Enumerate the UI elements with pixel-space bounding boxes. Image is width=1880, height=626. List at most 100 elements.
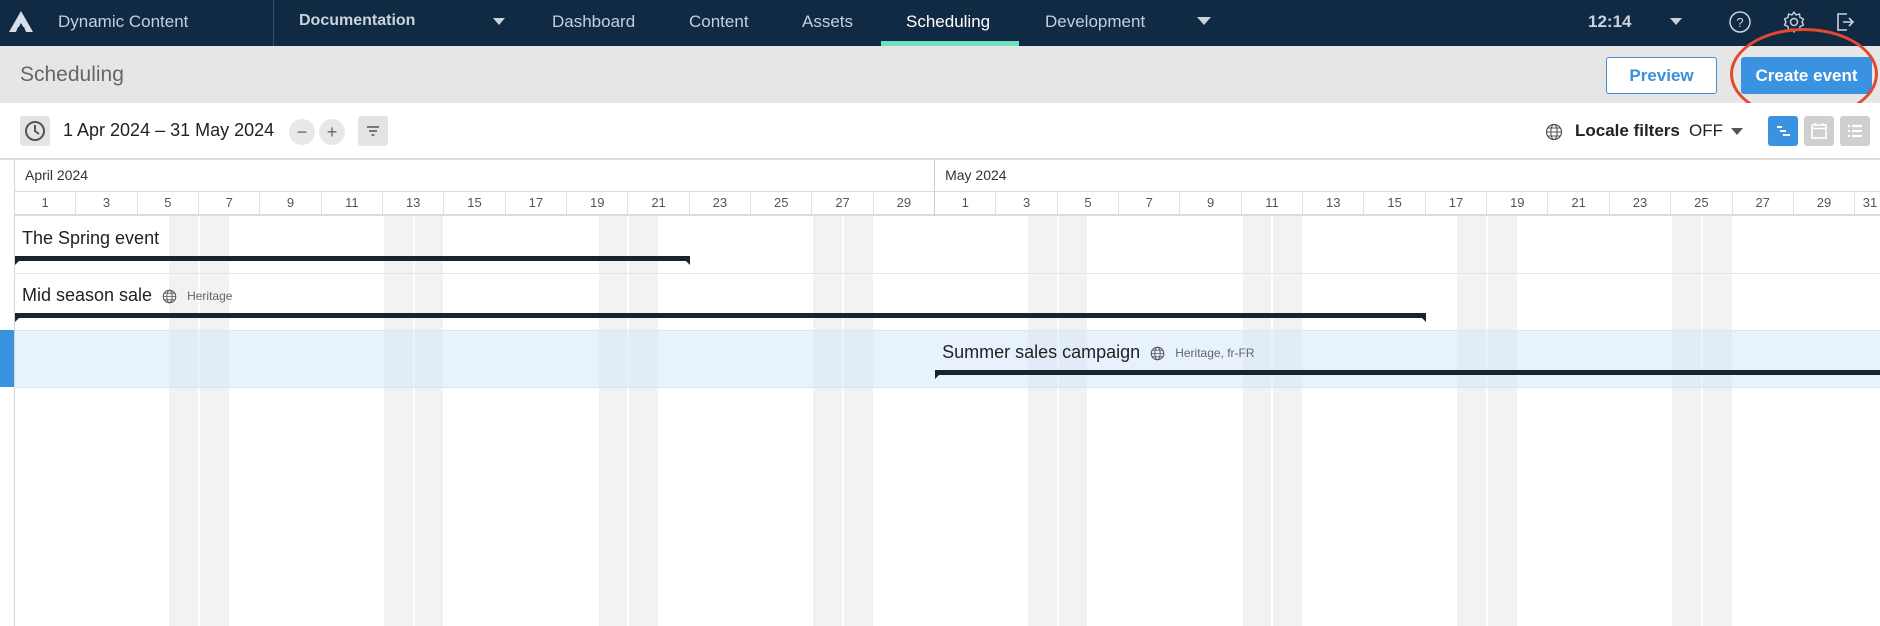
month-header-row: April 2024 May 2024 — [15, 160, 1880, 192]
weekend-column — [1488, 216, 1517, 626]
settings-icon[interactable] — [1782, 10, 1806, 34]
page-title: Scheduling — [20, 63, 124, 86]
preview-button[interactable]: Preview — [1606, 57, 1717, 94]
bar-start-cap — [15, 317, 20, 322]
top-nav-bar: Dynamic Content Documentation Dashboard … — [0, 0, 1880, 46]
day-tick-label: 11 — [322, 192, 384, 214]
page-header: Scheduling Preview Create event — [0, 46, 1880, 103]
app-logo-icon — [9, 11, 33, 32]
nav-tab-assets[interactable]: Assets — [802, 12, 853, 32]
clock-icon — [25, 121, 45, 141]
nav-divider — [273, 0, 274, 46]
day-tick-label: 9 — [260, 192, 322, 214]
timeline-view-button[interactable] — [1768, 116, 1798, 146]
date-range-button[interactable] — [20, 116, 50, 146]
event-duration-bar[interactable] — [935, 370, 1880, 379]
day-tick-label: 23 — [1610, 192, 1672, 214]
day-tick-label: 19 — [567, 192, 629, 214]
event-duration-bar[interactable] — [15, 313, 1426, 322]
filter-icon — [367, 126, 379, 136]
locale-filters-label: Locale filters — [1575, 121, 1680, 140]
schedule-toolbar: 1 Apr 2024 – 31 May 2024 − + Locale filt… — [0, 103, 1880, 160]
nav-tab-content[interactable]: Content — [689, 12, 749, 32]
nav-tab-dashboard[interactable]: Dashboard — [552, 12, 635, 32]
day-tick-label: 31 — [1855, 192, 1880, 214]
day-tick-label: 13 — [1303, 192, 1365, 214]
row-divider — [15, 273, 1880, 274]
day-tick-label: 25 — [1671, 192, 1733, 214]
day-tick-label: 15 — [444, 192, 506, 214]
calendar-view-icon — [1811, 123, 1827, 139]
weekend-column — [1242, 216, 1272, 626]
nav-tab-scheduling[interactable]: Scheduling — [906, 12, 990, 32]
event-duration-bar[interactable] — [15, 256, 690, 265]
bar-start-cap — [935, 374, 941, 379]
day-tick-label: 25 — [751, 192, 813, 214]
hub-dropdown-caret-icon[interactable] — [493, 18, 505, 25]
weekend-column — [629, 216, 659, 626]
day-tick-label: 17 — [506, 192, 568, 214]
more-nav-caret-icon[interactable] — [1197, 17, 1211, 25]
svg-text:?: ? — [1736, 15, 1743, 30]
weekend-column — [844, 216, 873, 626]
day-tick-label: 3 — [996, 192, 1058, 214]
weekend-column — [1457, 216, 1487, 626]
day-tick-label: 21 — [1549, 192, 1610, 214]
weekend-column — [1058, 216, 1088, 626]
month-label: May 2024 — [945, 167, 1007, 183]
timeline-view-icon — [1777, 126, 1790, 136]
bar-end-cap — [1420, 317, 1426, 322]
help-icon[interactable]: ? — [1728, 10, 1752, 34]
day-tick-label: 11 — [1242, 192, 1304, 214]
day-header-row: 1 3 5 7 9 11 13 15 17 19 21 23 25 27 29 1 3 5 7 9 11 13 15 17 19… — [15, 192, 1880, 216]
weekend-column — [598, 216, 628, 626]
zoom-in-button[interactable]: + — [319, 119, 345, 145]
calendar-view-button[interactable] — [1804, 116, 1834, 146]
locale-filters-caret-icon[interactable] — [1731, 128, 1743, 135]
event-locales: Heritage, fr-FR — [1175, 346, 1255, 360]
weekend-column — [1028, 216, 1057, 626]
month-separator — [934, 160, 936, 216]
weekend-column — [1273, 216, 1303, 626]
globe-icon — [1545, 123, 1563, 141]
bar-start-cap — [15, 260, 20, 265]
locale-filters-dropdown[interactable]: OFF — [1689, 121, 1723, 141]
event-title[interactable]: Summer sales campaign — [942, 342, 1140, 363]
day-tick-label: 7 — [199, 192, 261, 214]
time-dropdown-caret-icon[interactable] — [1670, 18, 1682, 25]
timeline-left-gutter — [14, 160, 15, 626]
schedule-timeline: April 2024 May 2024 1 3 5 7 9 11 13 15 17 19 21 23 25… — [0, 160, 1880, 626]
create-event-button[interactable]: Create event — [1741, 57, 1872, 94]
date-range-label: 1 Apr 2024 – 31 May 2024 — [63, 120, 275, 140]
day-tick-label: 9 — [1180, 192, 1242, 214]
locale-globe-icon — [162, 289, 177, 304]
zoom-out-button[interactable]: − — [289, 119, 315, 145]
day-tick-label: 27 — [1733, 192, 1794, 214]
bar-end-cap — [684, 260, 690, 265]
event-title[interactable]: Mid season sale — [22, 285, 152, 306]
weekend-column — [813, 216, 843, 626]
list-view-icon — [1848, 124, 1862, 138]
day-tick-label: 7 — [1119, 192, 1181, 214]
weekend-column — [169, 216, 198, 626]
day-tick-label: 3 — [76, 192, 138, 214]
event-title[interactable]: The Spring event — [22, 228, 159, 249]
day-tick-label: 29 — [874, 192, 936, 214]
time-display[interactable]: 12:14 — [1588, 12, 1631, 32]
row-divider — [15, 387, 1880, 388]
logout-icon[interactable] — [1833, 10, 1857, 34]
nav-tab-development[interactable]: Development — [1045, 12, 1145, 32]
filter-button[interactable] — [358, 116, 388, 146]
day-tick-label: 21 — [628, 192, 690, 214]
weekend-column — [414, 216, 444, 626]
day-tick-label: 17 — [1426, 192, 1488, 214]
list-view-button[interactable] — [1840, 116, 1870, 146]
day-tick-label: 5 — [138, 192, 199, 214]
weekend-column — [200, 216, 229, 626]
day-tick-label: 29 — [1794, 192, 1856, 214]
day-tick-label: 23 — [690, 192, 752, 214]
day-tick-label: 15 — [1364, 192, 1426, 214]
hub-selector[interactable]: Documentation — [299, 12, 415, 30]
day-tick-label: 13 — [383, 192, 445, 214]
day-tick-label: 19 — [1487, 192, 1549, 214]
